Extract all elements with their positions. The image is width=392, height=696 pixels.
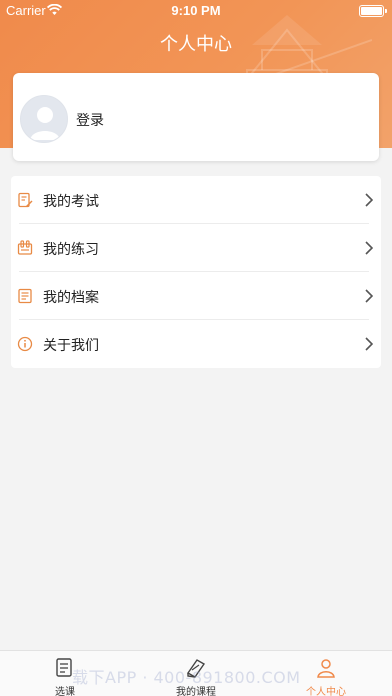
my-courses-icon — [186, 659, 206, 678]
tab-my-courses[interactable]: 我的课程 — [166, 651, 226, 696]
tab-label: 我的课程 — [176, 687, 216, 696]
login-link[interactable]: 登录 — [76, 110, 104, 130]
chevron-right-icon — [365, 241, 373, 255]
tab-bar: 选课 我的课程 个人中心 — [0, 650, 392, 696]
menu-item-label: 我的档案 — [43, 290, 99, 306]
clock: 9:10 PM — [171, 3, 221, 18]
menu-item-label: 关于我们 — [43, 338, 99, 354]
chevron-right-icon — [365, 337, 373, 351]
tab-label: 选课 — [55, 687, 75, 696]
info-icon — [17, 336, 33, 352]
menu-item-about-us[interactable]: 关于我们 — [11, 320, 381, 368]
chevron-right-icon — [365, 289, 373, 303]
profile-icon — [317, 659, 335, 678]
tab-course-select[interactable]: 选课 — [35, 651, 95, 696]
practice-icon — [17, 240, 33, 255]
menu-list: 我的考试 我的练习 我的档案 关于我们 — [11, 176, 381, 368]
menu-item-my-archive[interactable]: 我的档案 — [11, 272, 381, 320]
avatar[interactable] — [20, 95, 68, 143]
page-title: 个人中心 — [160, 34, 232, 55]
exam-icon — [18, 192, 33, 208]
chevron-right-icon — [365, 193, 373, 207]
battery-icon — [359, 5, 387, 17]
menu-item-label: 我的考试 — [43, 194, 99, 210]
archive-icon — [18, 288, 32, 304]
course-select-icon — [56, 658, 72, 677]
menu-item-my-exams[interactable]: 我的考试 — [11, 176, 381, 224]
status-bar: Carrier 9:10 PM — [0, 0, 392, 22]
profile-card[interactable]: 登录 — [13, 73, 379, 161]
menu-item-label: 我的练习 — [43, 242, 99, 258]
tab-label: 个人中心 — [306, 687, 346, 696]
tab-profile-center[interactable]: 个人中心 — [296, 651, 356, 696]
default-avatar-icon — [30, 107, 60, 140]
menu-item-my-practice[interactable]: 我的练习 — [11, 224, 381, 272]
